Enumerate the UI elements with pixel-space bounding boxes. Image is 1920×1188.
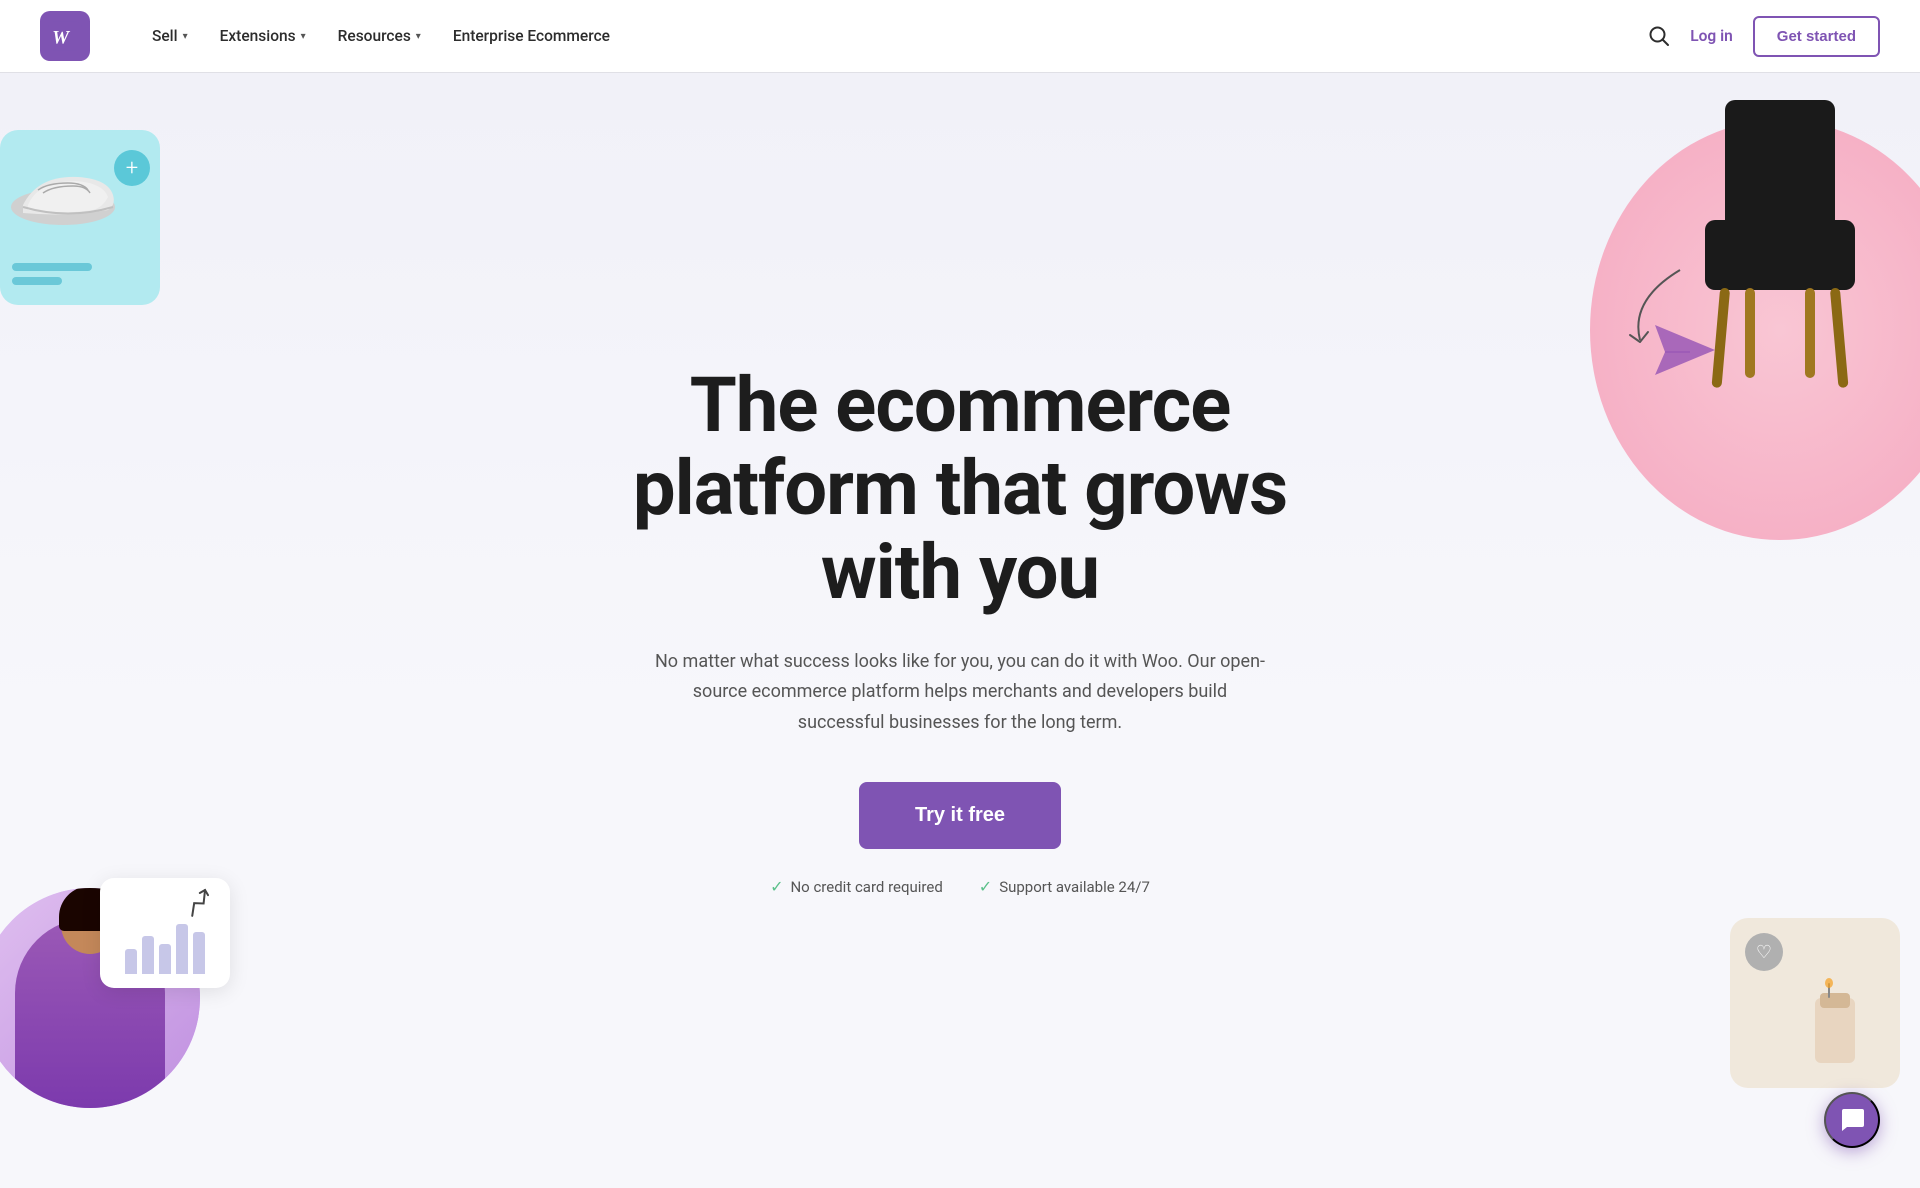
nav-resources[interactable]: Resources ▾ bbox=[324, 19, 435, 53]
support-badge: ✓ Support available 24/7 bbox=[979, 877, 1150, 896]
svg-text:W: W bbox=[52, 27, 71, 48]
product-card-right: ♡ bbox=[1730, 918, 1900, 1088]
get-started-button[interactable]: Get started bbox=[1753, 16, 1880, 57]
heart-icon: ♡ bbox=[1745, 933, 1783, 971]
nav-right: Log in Get started bbox=[1648, 16, 1880, 57]
hero-subtitle: No matter what success looks like for yo… bbox=[650, 647, 1270, 739]
chevron-down-icon: ▾ bbox=[416, 31, 421, 42]
bar-2 bbox=[142, 936, 154, 974]
bar-5 bbox=[193, 932, 205, 974]
bar-3 bbox=[159, 944, 171, 974]
hero-badges: ✓ No credit card required ✓ Support avai… bbox=[633, 877, 1287, 896]
chart-widget bbox=[100, 878, 230, 988]
chat-button[interactable] bbox=[1824, 1092, 1880, 1148]
woo-logo: W bbox=[40, 11, 90, 61]
search-icon[interactable] bbox=[1648, 25, 1670, 47]
logo-link[interactable]: W bbox=[40, 11, 90, 61]
nav-enterprise[interactable]: Enterprise Ecommerce bbox=[439, 19, 624, 53]
shoe-illustration bbox=[8, 155, 128, 230]
chair-decoration bbox=[1670, 100, 1890, 450]
nav-links: Sell ▾ Extensions ▾ Resources ▾ Enterpri… bbox=[138, 19, 1648, 53]
login-link[interactable]: Log in bbox=[1690, 27, 1733, 45]
try-it-free-button[interactable]: Try it free bbox=[859, 782, 1061, 849]
check-icon: ✓ bbox=[770, 877, 783, 896]
nav-extensions[interactable]: Extensions ▾ bbox=[206, 19, 320, 53]
chevron-down-icon: ▾ bbox=[301, 31, 306, 42]
chat-icon bbox=[1839, 1107, 1865, 1133]
card-price-lines bbox=[12, 263, 92, 285]
hero-section: + bbox=[0, 0, 1920, 1188]
product-card-left: + bbox=[0, 130, 160, 305]
hero-title: The ecommerce platform that grows with y… bbox=[633, 364, 1287, 615]
check-icon: ✓ bbox=[979, 877, 992, 896]
product-illustration bbox=[1790, 978, 1880, 1078]
chevron-down-icon: ▾ bbox=[183, 31, 188, 42]
bar-1 bbox=[125, 949, 137, 974]
navbar: W Sell ▾ Extensions ▾ Resources ▾ Enterp… bbox=[0, 0, 1920, 72]
no-credit-card-badge: ✓ No credit card required bbox=[770, 877, 943, 896]
nav-sell[interactable]: Sell ▾ bbox=[138, 19, 202, 53]
hero-content: The ecommerce platform that grows with y… bbox=[613, 364, 1307, 897]
bar-chart bbox=[125, 914, 205, 974]
bar-4 bbox=[176, 924, 188, 974]
